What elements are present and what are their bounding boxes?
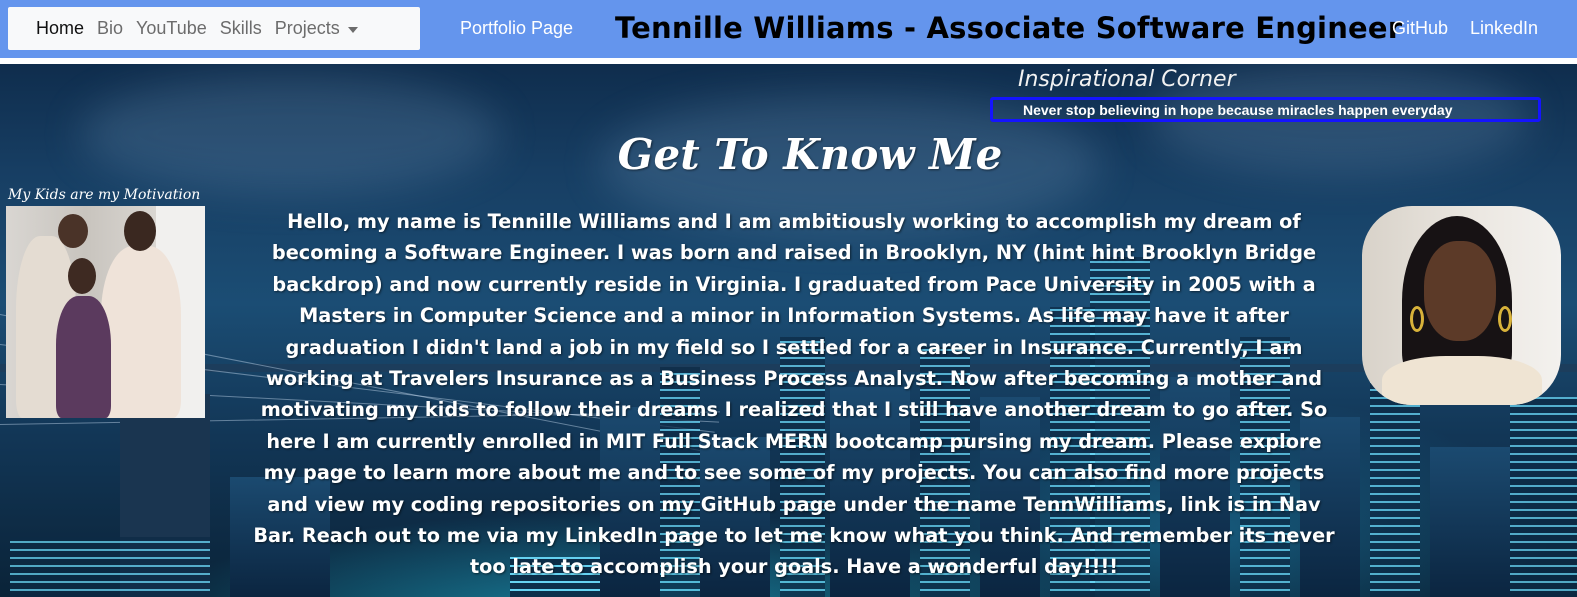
linkedin-link[interactable]: LinkedIn [1470, 18, 1538, 39]
inspirational-quote-marquee: Never stop believing in hope because mir… [990, 97, 1541, 122]
nav-menu: Home Bio YouTube Skills Projects [8, 7, 420, 50]
nav-skills-link[interactable]: Skills [220, 18, 262, 39]
chevron-down-icon [347, 26, 358, 33]
bio-paragraph: Hello, my name is Tennille Williams and … [253, 210, 1335, 579]
kids-photo [6, 206, 205, 418]
nav-youtube-link[interactable]: YouTube [136, 18, 207, 39]
nav-projects-label: Projects [274, 18, 340, 38]
profile-photo [1362, 206, 1561, 405]
site-title: Tennille Williams - Associate Software E… [615, 11, 1403, 45]
nav-home-link[interactable]: Home [36, 18, 84, 39]
page-heading: Get To Know Me [617, 130, 1003, 179]
portfolio-page-link[interactable]: Portfolio Page [460, 18, 573, 39]
navbar: Home Bio YouTube Skills Projects Portfol… [0, 0, 1577, 58]
nav-projects-dropdown[interactable]: Projects [275, 18, 358, 39]
nav-bio-link[interactable]: Bio [97, 18, 123, 39]
inspirational-quote-text: Never stop believing in hope because mir… [1023, 102, 1453, 118]
github-link[interactable]: GitHub [1392, 18, 1448, 39]
inspirational-corner-title: Inspirational Corner [1018, 67, 1236, 92]
kids-photo-caption: My Kids are my Motivation [8, 187, 201, 203]
